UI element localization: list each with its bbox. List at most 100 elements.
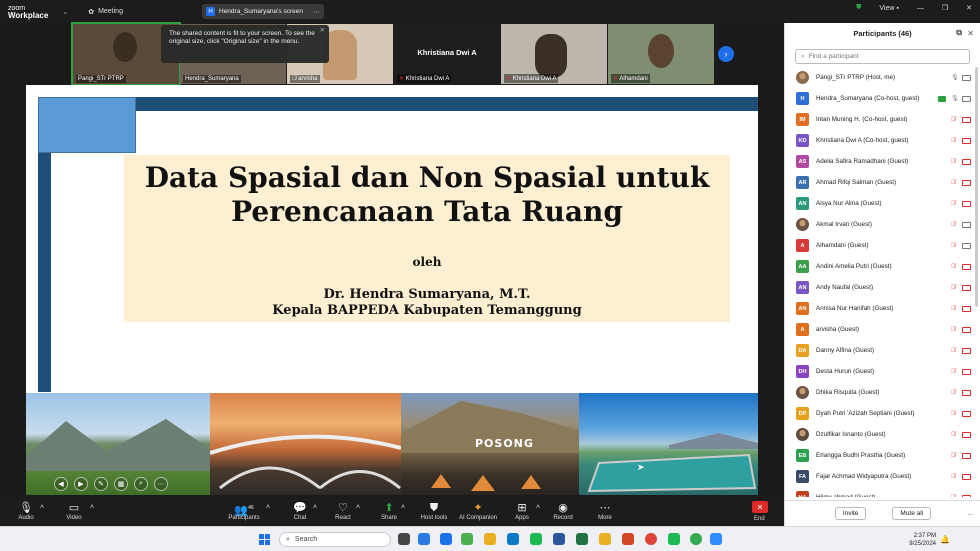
ai-companion-button[interactable]: ✦ AI Companion	[458, 501, 498, 521]
participant-row[interactable]: DP Dyah Putri 'Azizah Septiani (Guest) 🎙̸	[785, 403, 980, 424]
spotify-icon[interactable]	[668, 533, 680, 545]
muted-microphone-icon[interactable]: 🎙̸	[951, 242, 957, 250]
record-button[interactable]: ◉ Record	[543, 501, 583, 521]
host-tools-button[interactable]: ⛊ Host tools	[414, 501, 454, 521]
invite-button[interactable]: Invite	[834, 507, 867, 520]
zoom-app-icon[interactable]	[440, 533, 452, 545]
folder-icon[interactable]	[484, 533, 496, 545]
close-icon[interactable]: ✕	[320, 27, 325, 35]
next-page-button[interactable]: ›	[718, 46, 734, 62]
folder-icon[interactable]	[599, 533, 611, 545]
muted-microphone-icon[interactable]: 🎙̸	[951, 431, 957, 439]
muted-microphone-icon[interactable]: 🎙̸	[951, 326, 957, 334]
chevron-up-icon[interactable]: ˄	[401, 504, 405, 511]
restore-icon[interactable]: ❐	[942, 4, 948, 12]
muted-microphone-icon[interactable]: 🎙̸	[951, 473, 957, 481]
muted-microphone-icon[interactable]: 🎙̸	[951, 284, 957, 292]
mute-all-button[interactable]: Mute all	[892, 507, 932, 520]
pen-icon[interactable]: ✎	[94, 477, 108, 491]
spotify-icon[interactable]	[530, 533, 542, 545]
chrome-icon[interactable]	[645, 533, 657, 545]
next-slide-icon[interactable]: ▶	[74, 477, 88, 491]
video-tile[interactable]: ✕ Khristiana Dwi A	[501, 24, 607, 84]
muted-microphone-icon[interactable]: 🎙̸	[951, 410, 957, 418]
muted-microphone-icon[interactable]: 🎙̸	[951, 116, 957, 124]
participant-row[interactable]: Akmal Irvan (Guest) 🎙̸	[785, 214, 980, 235]
chevron-up-icon[interactable]: ˄	[40, 504, 44, 511]
participant-row[interactable]: AN Annisa Nur Hanifah (Guest) 🎙̸	[785, 298, 980, 319]
participant-row[interactable]: Aarvisha (Guest) 🎙̸	[785, 319, 980, 340]
participant-row[interactable]: AR Ahmad Rifqi Salman (Guest) 🎙̸	[785, 172, 980, 193]
popout-icon[interactable]: ⧉	[956, 28, 962, 38]
notification-icon[interactable]: 🔔	[940, 535, 950, 544]
chevron-down-icon[interactable]: ⌄	[62, 8, 68, 16]
chevron-up-icon[interactable]: ˄	[90, 504, 94, 511]
participant-row[interactable]: HA Hilmy ahmad (Guest) 🎙̸	[785, 487, 980, 497]
muted-microphone-icon[interactable]: 🎙̸	[951, 347, 957, 355]
slides-grid-icon[interactable]: ▦	[114, 477, 128, 491]
chevron-up-icon[interactable]: ˄	[313, 504, 317, 511]
security-shield-icon[interactable]: ⛊	[856, 4, 861, 12]
microphone-icon[interactable]: 🎙	[951, 74, 959, 82]
minimize-icon[interactable]: —	[917, 5, 924, 12]
video-tile[interactable]: ✕ Alhamdani	[608, 24, 714, 84]
scrollbar[interactable]	[975, 67, 978, 307]
participant-row[interactable]: EB Erlangga Budhi Prastha (Guest) 🎙̸	[785, 445, 980, 466]
edge-icon[interactable]	[507, 533, 519, 545]
close-icon[interactable]: ✕	[966, 4, 972, 12]
copilot-icon[interactable]	[418, 533, 430, 545]
view-button[interactable]: View ▪	[879, 5, 898, 12]
powerpoint-icon[interactable]	[622, 533, 634, 545]
participants-button[interactable]: 👥46 Participants	[224, 501, 264, 521]
meeting-info-button[interactable]: ✿ Meeting	[88, 8, 123, 16]
participant-row[interactable]: FA Fajar Achmad Widyaputra (Guest) 🎙̸	[785, 466, 980, 487]
participant-row[interactable]: DA Danny Alfina (Guest) 🎙̸	[785, 340, 980, 361]
more-options-button[interactable]: ...	[967, 510, 973, 517]
prev-slide-icon[interactable]: ◀	[54, 477, 68, 491]
chrome-icon[interactable]	[690, 533, 702, 545]
muted-microphone-icon[interactable]: 🎙̸	[951, 158, 957, 166]
more-icon[interactable]: ⋯	[154, 477, 168, 491]
muted-microphone-icon[interactable]: 🎙̸	[951, 263, 957, 271]
muted-microphone-icon[interactable]: 🎙̸	[951, 494, 957, 498]
muted-microphone-icon[interactable]: 🎙̸	[951, 389, 957, 397]
muted-microphone-icon[interactable]: 🎙̸	[951, 137, 957, 145]
zoom-icon[interactable]: ⌕	[134, 477, 148, 491]
muted-microphone-icon[interactable]: 🎙̸	[951, 179, 957, 187]
search-input[interactable]: ⌕ Find a participant	[795, 49, 970, 64]
system-clock[interactable]: 2:37 PM 9/25/2024	[909, 532, 936, 548]
video-button[interactable]: ▭ Video	[54, 501, 94, 521]
end-button[interactable]: ✕	[752, 501, 768, 513]
chevron-up-icon[interactable]: ˄	[266, 504, 270, 511]
microphone-icon[interactable]: 🎙	[951, 95, 959, 103]
word-icon[interactable]	[553, 533, 565, 545]
participant-row[interactable]: Pangi_STr PTRP (Host, me) 🎙	[785, 67, 980, 88]
participant-row[interactable]: AA Andini Amelia Putri (Guest) 🎙̸	[785, 256, 980, 277]
windows-start-icon[interactable]	[259, 534, 270, 545]
close-icon[interactable]: ✕	[967, 29, 974, 38]
participant-row[interactable]: A Alhamdani (Guest) 🎙̸	[785, 235, 980, 256]
more-button[interactable]: ⋯ More	[585, 501, 625, 521]
muted-microphone-icon[interactable]: 🎙̸	[951, 452, 957, 460]
more-options-icon[interactable]: ⋯	[313, 8, 320, 16]
chevron-up-icon[interactable]: ˄	[356, 504, 360, 511]
muted-microphone-icon[interactable]: 🎙̸	[951, 368, 957, 376]
chevron-up-icon[interactable]: ˄	[536, 504, 540, 511]
muted-microphone-icon[interactable]: 🎙̸	[951, 305, 957, 313]
participant-row[interactable]: AS Adelia Safira Ramadhani (Guest) 🎙̸	[785, 151, 980, 172]
zoom-app-icon[interactable]	[710, 533, 722, 545]
participant-row[interactable]: KD Khristiana Dwi A (Co-host, guest) 🎙̸	[785, 130, 980, 151]
participant-row[interactable]: AN Andy Naufal (Guest) 🎙̸	[785, 277, 980, 298]
taskbar-search[interactable]: ⌕ Search	[279, 532, 391, 547]
participant-row[interactable]: IM Intan Muning H. (Co-host, guest) 🎙̸	[785, 109, 980, 130]
participant-row[interactable]: H Hendra_Sumaryana (Co-host, guest) 🎙	[785, 88, 980, 109]
participant-row[interactable]: Dhika Risquita (Guest) 🎙̸	[785, 382, 980, 403]
participant-row[interactable]: Dzulfikar Isnanto (Guest) 🎙̸	[785, 424, 980, 445]
muted-microphone-icon[interactable]: 🎙̸	[951, 221, 957, 229]
app-icon[interactable]	[461, 533, 473, 545]
participant-row[interactable]: AN Aisya Nur Alina (Guest) 🎙̸	[785, 193, 980, 214]
participant-row[interactable]: DH Desta Hurun (Guest) 🎙̸	[785, 361, 980, 382]
task-view-icon[interactable]	[398, 533, 410, 545]
excel-icon[interactable]	[576, 533, 588, 545]
shared-screen-pill[interactable]: H Hendra_Sumaryana's screen ⋯	[202, 4, 324, 19]
